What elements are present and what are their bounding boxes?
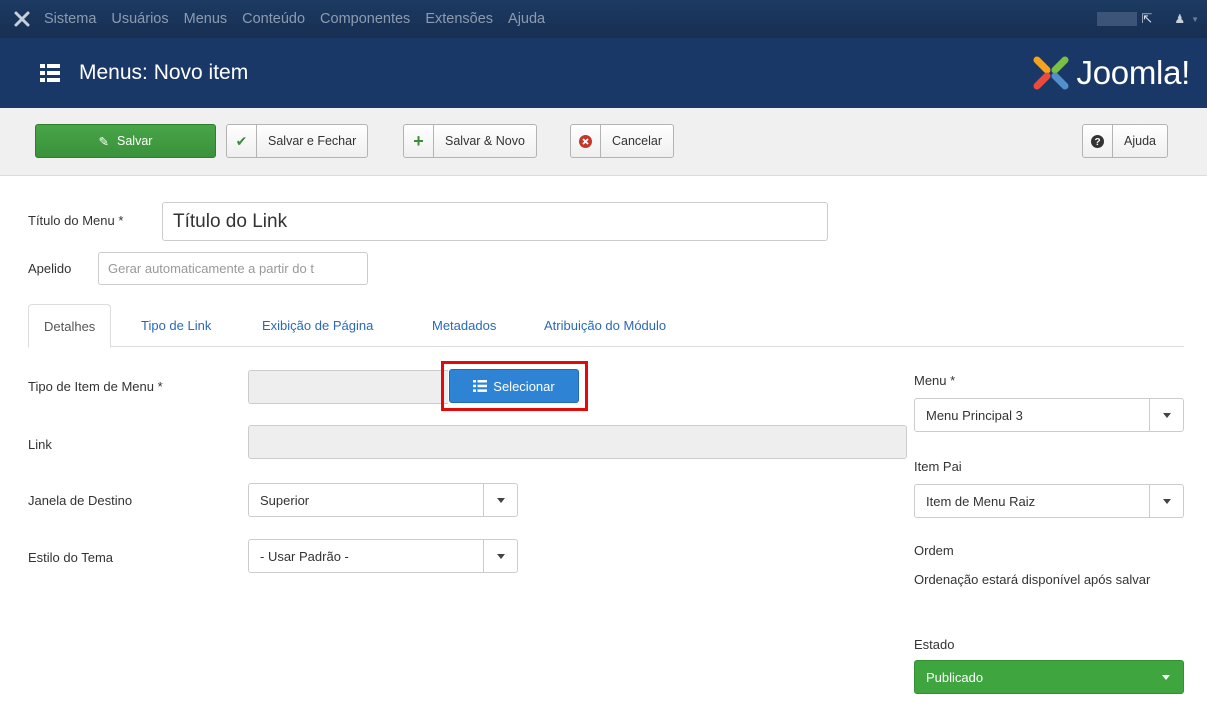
plus-icon: +	[404, 125, 434, 157]
nav-menus[interactable]: Menus	[184, 11, 228, 27]
parent-item-select[interactable]: Item de Menu Raiz	[914, 484, 1184, 518]
template-style-label: Estilo do Tema	[28, 550, 114, 565]
target-window-label: Janela de Destino	[28, 493, 133, 508]
question-icon: ?	[1083, 125, 1113, 157]
target-window-select[interactable]: Superior	[248, 483, 518, 517]
svg-text:?: ?	[1094, 137, 1100, 148]
order-label: Ordem	[914, 543, 954, 558]
chevron-down-icon	[1149, 399, 1183, 431]
check-icon: ✔	[227, 125, 257, 157]
save-button[interactable]: ✎ Salvar	[35, 124, 216, 158]
toolbar: ✎ Salvar ✔ Salvar e Fechar + Salvar & No…	[0, 108, 1207, 176]
title-label: Título do Menu *	[28, 213, 124, 228]
tab-detalhes[interactable]: Detalhes	[28, 304, 112, 348]
chevron-down-icon	[1149, 485, 1183, 517]
nav-sistema[interactable]: Sistema	[44, 11, 96, 27]
item-type-label: Tipo de Item de Menu *	[28, 379, 163, 394]
joomla-icon[interactable]	[0, 10, 44, 28]
status-label: Estado	[914, 637, 955, 652]
menu-select[interactable]: Menu Principal 3	[914, 398, 1184, 432]
nav-usuarios[interactable]: Usuários	[111, 11, 168, 27]
page-title: Menus: Novo item	[79, 61, 249, 84]
menu-label: Menu *	[914, 373, 956, 388]
alias-label: Apelido	[28, 261, 72, 276]
alias-input[interactable]: Gerar automaticamente a partir do t	[98, 252, 368, 285]
nav-ajuda[interactable]: Ajuda	[508, 11, 545, 27]
link-label: Link	[28, 437, 52, 452]
tab-metadados[interactable]: Metadados	[432, 304, 496, 347]
item-type-input	[248, 370, 448, 404]
tab-tipo-de-link[interactable]: Tipo de Link	[141, 304, 211, 347]
order-text: Ordenação estará disponível após salvar	[914, 572, 1151, 587]
title-input[interactable]: Título do Link	[162, 202, 828, 241]
top-navbar: Sistema Usuários Menus Conteúdo Componen…	[0, 0, 1207, 38]
highlight-box	[441, 361, 588, 411]
edit-icon: ✎	[98, 134, 110, 149]
site-name-redacted[interactable]	[1097, 12, 1138, 26]
nav-conteudo[interactable]: Conteúdo	[242, 11, 305, 27]
list-icon	[40, 64, 60, 82]
external-link-icon[interactable]: ⇱	[1141, 11, 1152, 27]
save-close-button[interactable]: ✔ Salvar e Fechar	[226, 124, 369, 158]
status-select[interactable]: Publicado	[914, 660, 1184, 694]
save-new-button[interactable]: + Salvar & Novo	[403, 124, 537, 158]
tab-atribuicao-do-modulo[interactable]: Atribuição do Módulo	[544, 304, 666, 347]
parent-item-label: Item Pai	[914, 459, 962, 474]
link-input	[248, 425, 907, 459]
cancel-icon	[571, 125, 601, 157]
cancel-button[interactable]: Cancelar	[570, 124, 675, 158]
nav-componentes[interactable]: Componentes	[320, 11, 410, 27]
help-button[interactable]: ? Ajuda	[1082, 124, 1168, 158]
page-header: Menus: Novo item Joomla!	[0, 38, 1207, 108]
user-menu[interactable]: ♟ ▼	[1174, 12, 1199, 26]
chevron-down-icon: ▼	[1191, 14, 1199, 24]
nav-extensoes[interactable]: Extensões	[425, 11, 493, 27]
template-style-select[interactable]: - Usar Padrão -	[248, 539, 518, 573]
tab-bar: Detalhes Tipo de Link Exibição de Página…	[28, 304, 1184, 348]
tab-exibicao-de-pagina[interactable]: Exibição de Página	[262, 304, 373, 347]
joomla-logo: Joomla!	[1031, 54, 1190, 92]
user-icon: ♟	[1174, 12, 1186, 26]
chevron-down-icon	[1149, 674, 1183, 680]
chevron-down-icon	[483, 540, 517, 572]
chevron-down-icon	[483, 484, 517, 516]
joomla-logo-icon	[1033, 56, 1069, 90]
